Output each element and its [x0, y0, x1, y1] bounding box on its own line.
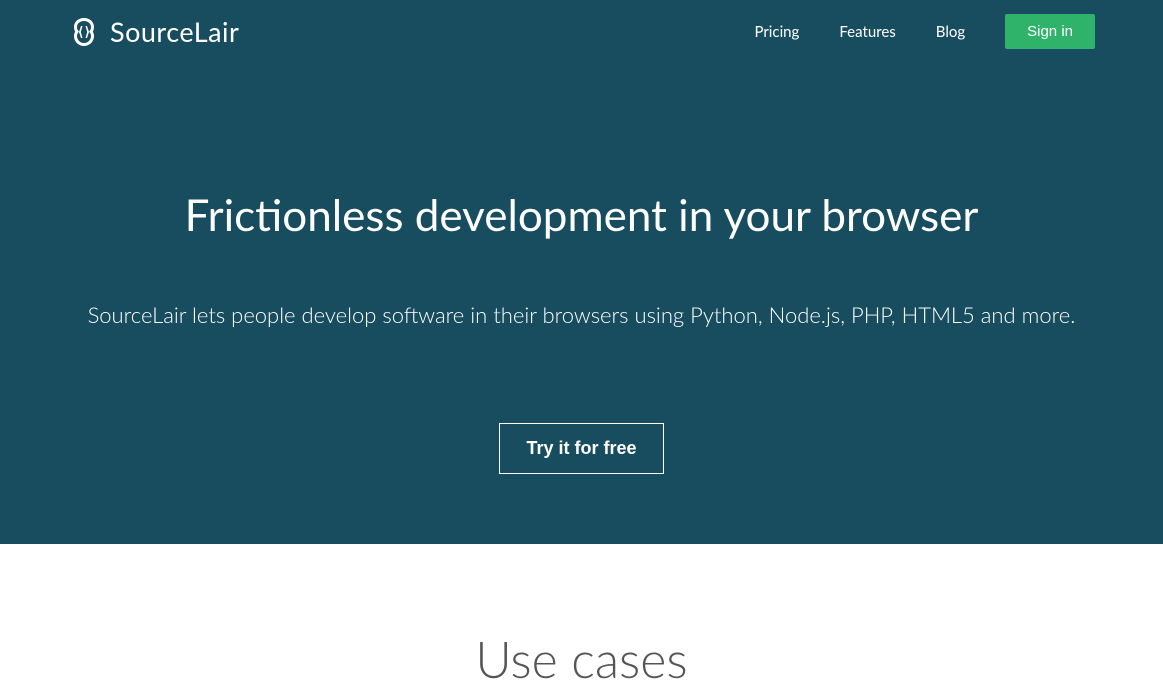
- brand-name: SourceLair: [110, 15, 239, 48]
- nav-blog[interactable]: Blog: [936, 23, 965, 41]
- usecases-title: Use cases: [0, 629, 1163, 689]
- hero-subtitle: SourceLair lets people develop software …: [0, 301, 1163, 328]
- nav-features[interactable]: Features: [839, 23, 895, 41]
- hero-content: Frictionless development in your browser…: [0, 49, 1163, 474]
- hero-section: SourceLair Pricing Features Blog Sign in…: [0, 0, 1163, 544]
- nav-pricing[interactable]: Pricing: [754, 23, 799, 41]
- try-free-button[interactable]: Try it for free: [499, 423, 663, 474]
- main-navbar: SourceLair Pricing Features Blog Sign in: [0, 0, 1163, 49]
- usecases-section: Use cases: [0, 544, 1163, 689]
- nav-links: Pricing Features Blog Sign in: [754, 14, 1095, 49]
- signin-button[interactable]: Sign in: [1005, 14, 1095, 49]
- brand-logo-icon: [68, 16, 100, 48]
- brand-logo-link[interactable]: SourceLair: [68, 15, 239, 48]
- hero-title: Frictionless development in your browser: [0, 189, 1163, 241]
